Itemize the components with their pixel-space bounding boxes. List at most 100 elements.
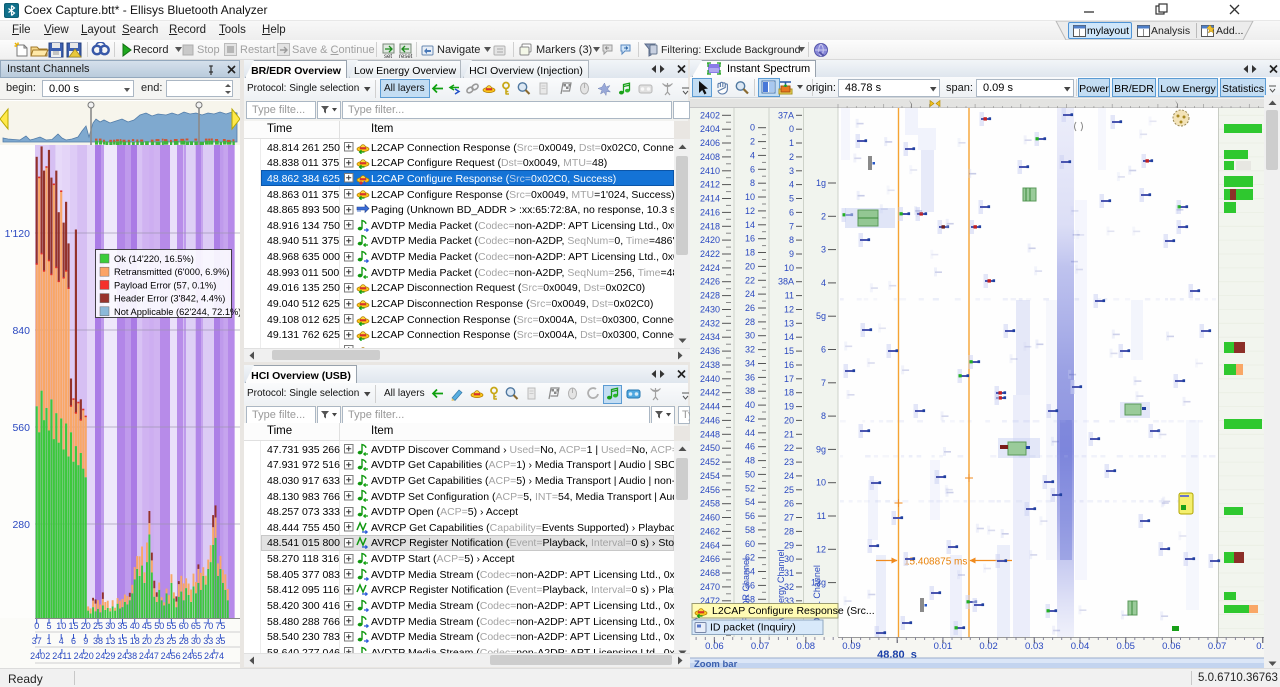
- svg-text:2458: 2458: [700, 499, 720, 509]
- svg-text:26: 26: [745, 303, 755, 313]
- svg-text:2466: 2466: [700, 554, 720, 564]
- svg-text:2462: 2462: [700, 526, 720, 536]
- svg-text:6: 6: [789, 207, 794, 217]
- svg-text:560: 560: [12, 422, 30, 434]
- svg-text:2420: 2420: [700, 235, 720, 245]
- svg-text:2440: 2440: [700, 374, 720, 384]
- svg-text:25: 25: [166, 636, 176, 646]
- svg-text:280: 280: [12, 519, 30, 531]
- svg-text:2444: 2444: [700, 402, 720, 412]
- svg-text:30: 30: [745, 331, 755, 341]
- svg-text:40: 40: [745, 400, 755, 410]
- svg-text:0.07: 0.07: [751, 641, 770, 652]
- svg-text:2412: 2412: [700, 180, 720, 190]
- svg-text:2442: 2442: [700, 388, 720, 398]
- svg-text:75: 75: [215, 621, 225, 631]
- svg-text:8: 8: [789, 235, 794, 245]
- svg-text:7: 7: [821, 378, 826, 388]
- svg-text:55: 55: [166, 621, 176, 631]
- svg-text:15: 15: [117, 636, 127, 646]
- svg-text:8: 8: [750, 178, 755, 188]
- svg-text:30: 30: [105, 621, 115, 631]
- svg-text:20: 20: [745, 261, 755, 271]
- svg-text:2432: 2432: [700, 318, 720, 328]
- svg-text:1: 1: [46, 636, 51, 646]
- svg-text:1: 1: [789, 138, 794, 148]
- svg-text:22: 22: [745, 275, 755, 285]
- svg-text:25: 25: [93, 621, 103, 631]
- svg-text:56: 56: [745, 511, 755, 521]
- svg-text:2436: 2436: [700, 346, 720, 356]
- svg-text:20: 20: [784, 415, 794, 425]
- svg-text:17: 17: [784, 374, 794, 384]
- svg-text:44: 44: [745, 428, 755, 438]
- svg-text:23: 23: [784, 457, 794, 467]
- svg-text:0.01: 0.01: [934, 641, 953, 652]
- svg-text:35: 35: [117, 621, 127, 631]
- svg-text:14: 14: [745, 220, 755, 230]
- svg-text:2446: 2446: [700, 415, 720, 425]
- svg-text:2468: 2468: [700, 568, 720, 578]
- svg-text:802.11 Channel: 802.11 Channel: [812, 565, 822, 628]
- svg-text:29: 29: [784, 540, 794, 550]
- svg-text:Ok (14'220, 16.5%): Ok (14'220, 16.5%): [114, 254, 194, 264]
- svg-text:0.04: 0.04: [1071, 641, 1090, 652]
- svg-text:18: 18: [784, 388, 794, 398]
- svg-text:0.03: 0.03: [1025, 641, 1044, 652]
- svg-text:4: 4: [789, 180, 794, 190]
- svg-text:2474: 2474: [204, 651, 224, 661]
- svg-text:3: 3: [821, 245, 826, 255]
- svg-text:4: 4: [750, 150, 755, 160]
- svg-text:L2CAP Configure Response (Src.: L2CAP Configure Response (Src...: [712, 605, 875, 617]
- svg-text:12: 12: [784, 305, 794, 315]
- svg-text:48: 48: [745, 456, 755, 466]
- svg-text:2420: 2420: [74, 651, 94, 661]
- svg-text:2406: 2406: [700, 138, 720, 148]
- svg-text:20: 20: [142, 636, 152, 646]
- svg-text:34: 34: [745, 359, 755, 369]
- svg-text:60: 60: [179, 621, 189, 631]
- svg-text:38A: 38A: [778, 277, 794, 287]
- svg-text:10: 10: [745, 192, 755, 202]
- svg-text:2452: 2452: [700, 457, 720, 467]
- svg-text:32: 32: [745, 345, 755, 355]
- svg-text:37A: 37A: [778, 110, 794, 120]
- svg-text:2434: 2434: [700, 332, 720, 342]
- svg-text:2465: 2465: [182, 651, 202, 661]
- svg-text:40: 40: [130, 621, 140, 631]
- svg-text:13: 13: [784, 318, 794, 328]
- svg-text:0: 0: [789, 124, 794, 134]
- svg-text:2404: 2404: [700, 124, 720, 134]
- svg-text:0.09: 0.09: [842, 641, 861, 652]
- svg-text:Not Applicable (62'244, 72.1%): Not Applicable (62'244, 72.1%): [114, 307, 240, 317]
- svg-text:12: 12: [745, 206, 755, 216]
- svg-text:20: 20: [81, 621, 91, 631]
- svg-text:2429: 2429: [95, 651, 115, 661]
- svg-text:15: 15: [68, 621, 78, 631]
- svg-text:840: 840: [12, 325, 30, 337]
- svg-text:2447: 2447: [139, 651, 159, 661]
- svg-text:Payload Error (57, 0.1%): Payload Error (57, 0.1%): [114, 280, 216, 290]
- svg-text:2: 2: [789, 152, 794, 162]
- svg-text:2402: 2402: [30, 651, 50, 661]
- svg-text:2470: 2470: [700, 582, 720, 592]
- svg-text:38: 38: [93, 636, 103, 646]
- svg-text:9: 9: [83, 636, 88, 646]
- svg-text:14: 14: [784, 332, 794, 342]
- svg-text:7: 7: [789, 221, 794, 231]
- svg-text:2438: 2438: [117, 651, 137, 661]
- svg-text:42: 42: [745, 414, 755, 424]
- svg-text:2422: 2422: [700, 249, 720, 259]
- svg-text:21: 21: [784, 429, 794, 439]
- svg-text:50: 50: [154, 621, 164, 631]
- svg-text:0.07: 0.07: [1208, 641, 1227, 652]
- svg-text:28: 28: [784, 526, 794, 536]
- svg-text:12: 12: [816, 544, 826, 554]
- svg-text:18: 18: [130, 636, 140, 646]
- svg-text:0.05: 0.05: [1116, 641, 1135, 652]
- svg-text:2454: 2454: [700, 471, 720, 481]
- svg-text:18: 18: [745, 248, 755, 258]
- svg-text:54: 54: [745, 497, 755, 507]
- svg-text:2: 2: [750, 137, 755, 147]
- svg-text:19: 19: [784, 402, 794, 412]
